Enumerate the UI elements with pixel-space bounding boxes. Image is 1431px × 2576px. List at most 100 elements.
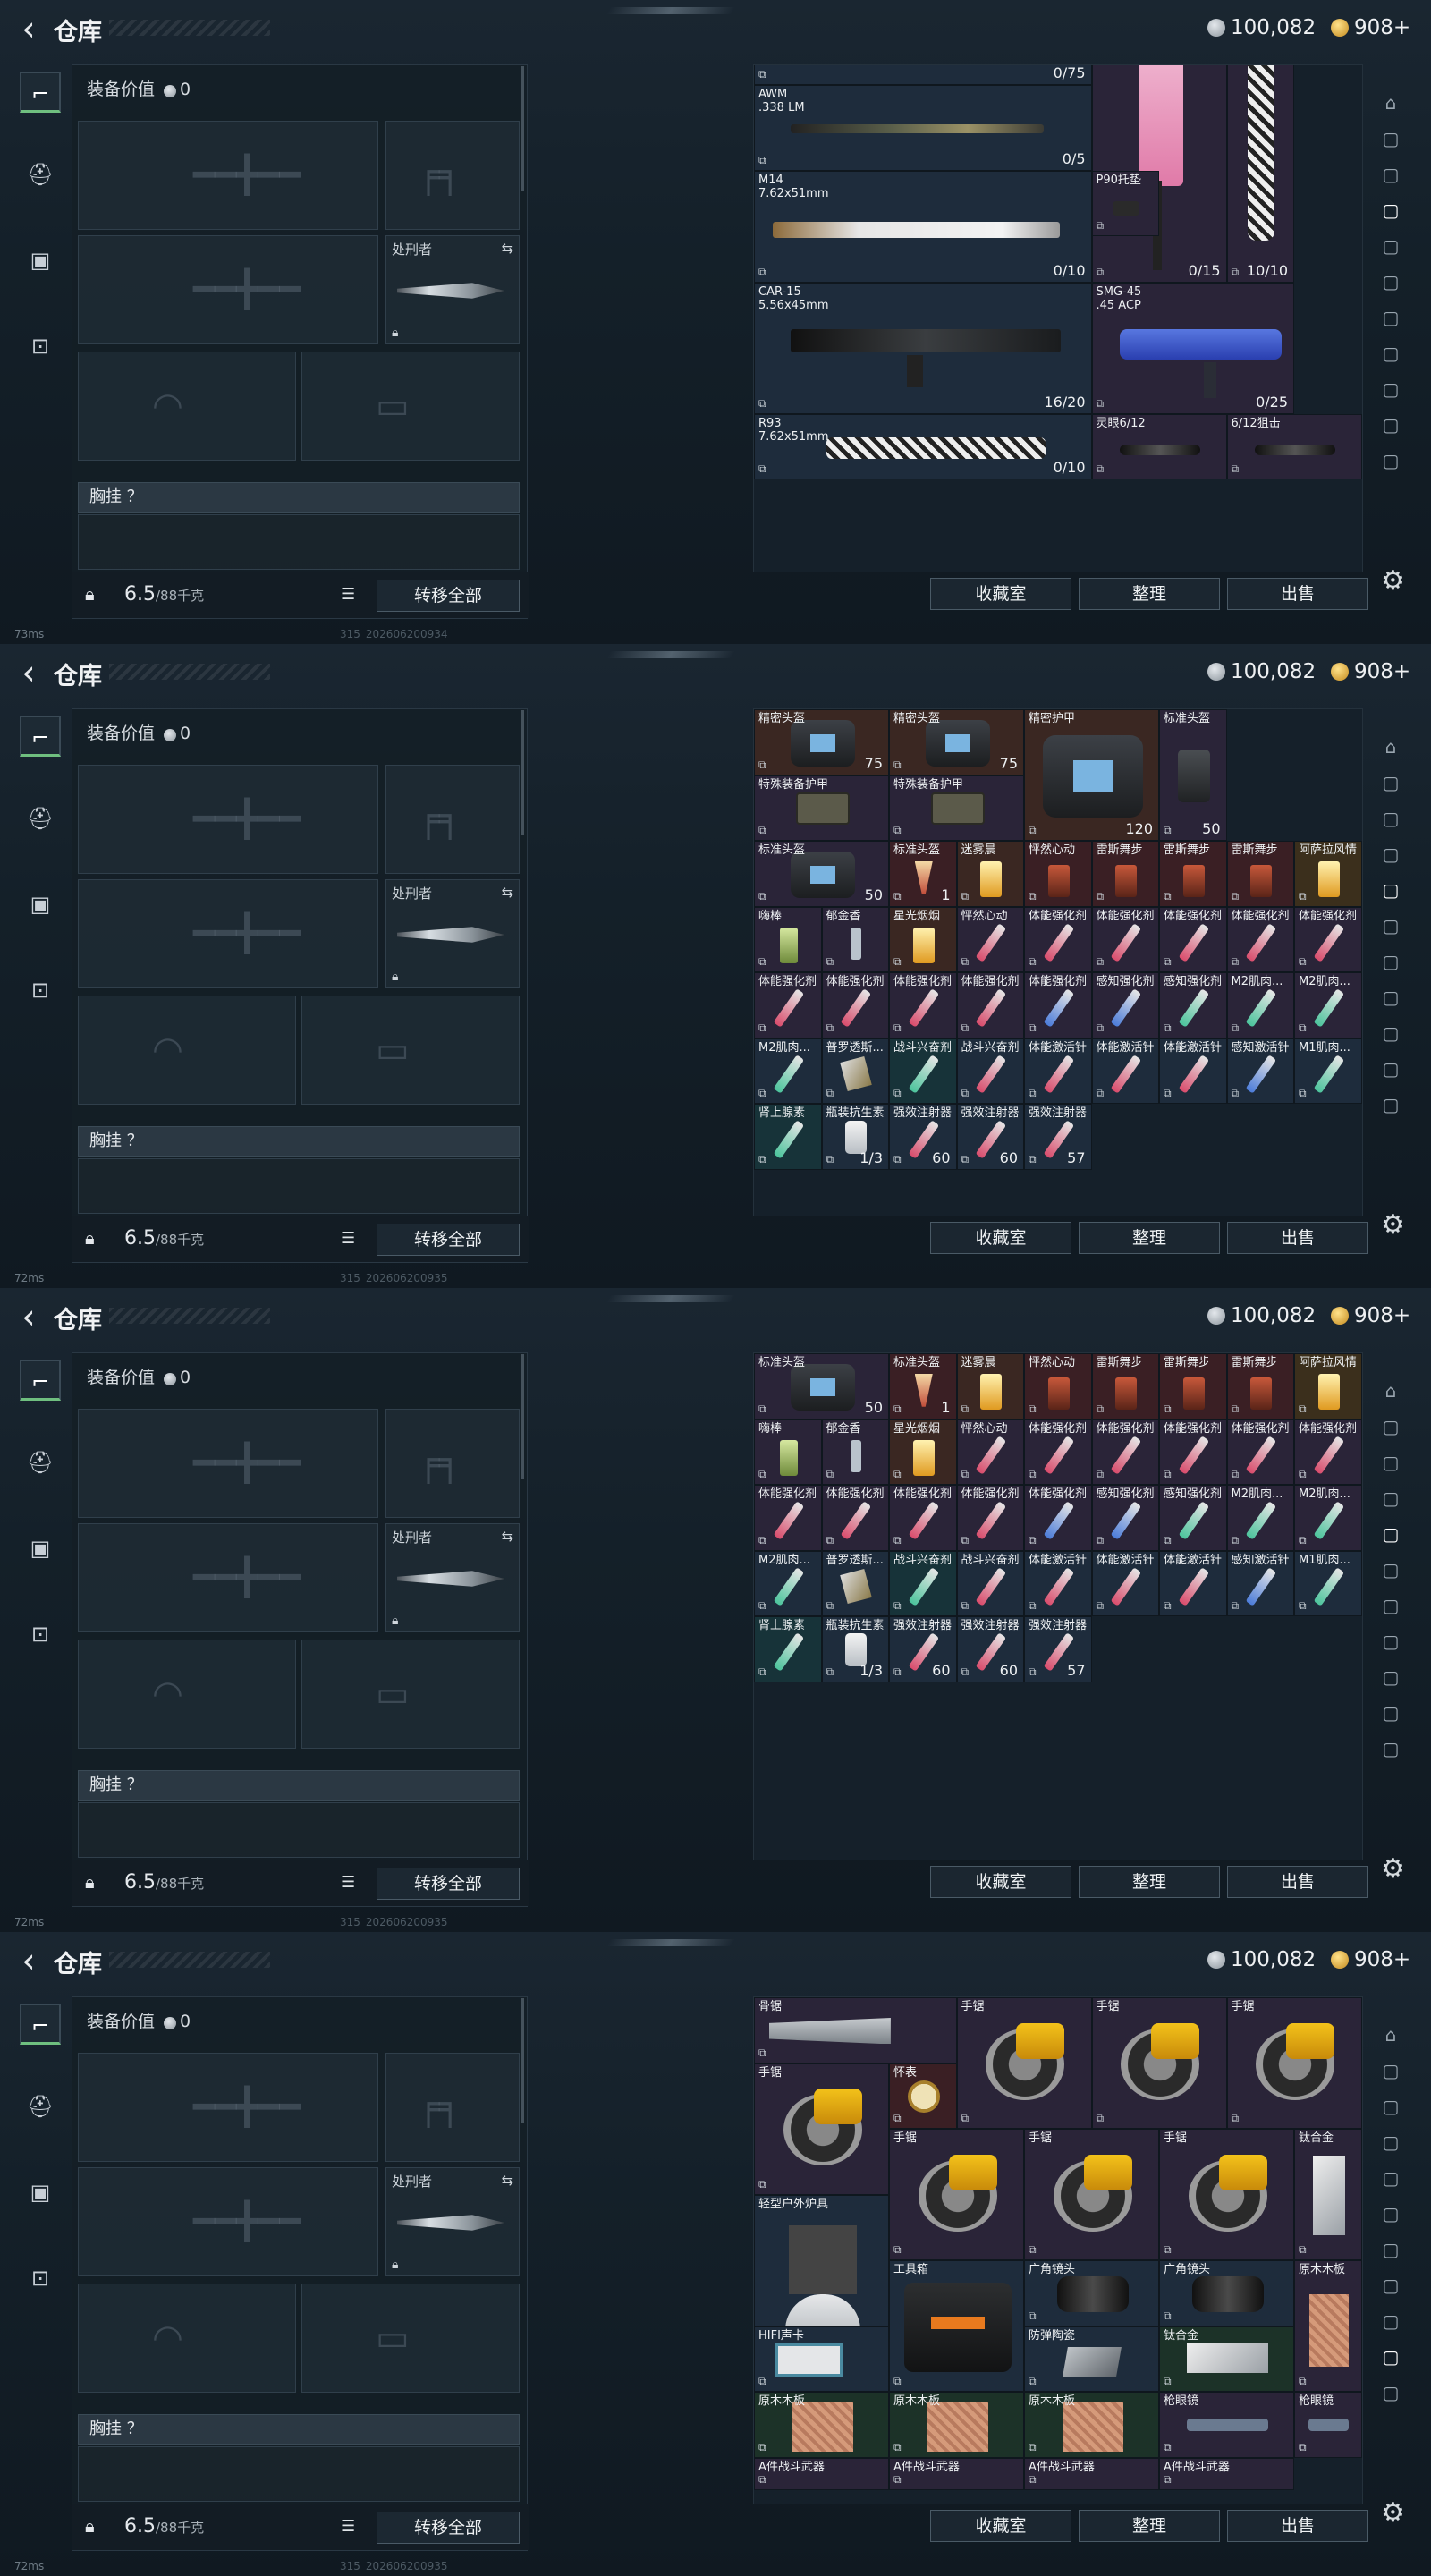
stash-item[interactable]: 体能强化剂 ⧉ xyxy=(1294,906,1362,972)
stash-item[interactable]: 体能强化剂 ⧉ xyxy=(1024,1419,1092,1485)
stash-item[interactable]: 标准头盔 1 ⧉ xyxy=(889,841,957,907)
stash-item[interactable]: 郁金香 ⧉ xyxy=(821,1419,889,1485)
back-arrow-icon[interactable]: ‹ xyxy=(11,11,47,47)
stash-item[interactable]: 肾上腺素 ⧉ xyxy=(754,1104,822,1170)
stash-item[interactable]: 怦然心动 ⧉ xyxy=(1024,1353,1092,1419)
transfer-all-button[interactable]: 转移全部 xyxy=(377,1224,520,1256)
list-icon[interactable]: ☰ xyxy=(341,1873,355,1892)
stash-item[interactable]: 体能强化剂 ⧉ xyxy=(1226,906,1294,972)
helmet-tab-icon[interactable]: ⛑ xyxy=(20,1442,61,1483)
melee-slot[interactable]: 处刑者 ⇆ 🔒︎ xyxy=(385,235,520,344)
pistol-slot[interactable]: ╒╕ xyxy=(385,121,520,230)
stash-item[interactable]: 防弹陶瓷 ⧉ xyxy=(1024,2326,1159,2392)
armor-slot[interactable]: ▭ xyxy=(301,1640,520,1749)
chest-rig-slot[interactable]: 胸挂 ？ xyxy=(78,482,520,513)
settings-gear-icon[interactable]: ⚙ xyxy=(1381,1209,1405,1241)
back-arrow-icon[interactable]: ‹ xyxy=(11,655,47,691)
sell-button[interactable]: 出售 xyxy=(1227,2510,1368,2542)
stash-page-tab-icon[interactable]: ▢ xyxy=(1374,444,1408,478)
backpack-tab-icon[interactable]: ▣ xyxy=(20,1528,61,1569)
stash-item[interactable]: 广角镜头 ⧉ xyxy=(1024,2260,1159,2326)
stash-item[interactable]: 感知强化剂 ⧉ xyxy=(1159,972,1227,1038)
stash-item[interactable]: 怦然心动 ⧉ xyxy=(956,1419,1024,1485)
helmet-tab-icon[interactable]: ⛑ xyxy=(20,798,61,839)
briefcase-tab-icon[interactable]: ⊡ xyxy=(20,2258,61,2299)
stash-item[interactable]: 体能强化剂 ⧉ xyxy=(956,1485,1024,1551)
stash-item[interactable]: 星光烟烟 ⧉ xyxy=(889,906,957,972)
stash-item[interactable]: M1肌肉... ⧉ xyxy=(1294,1038,1362,1104)
stash-item[interactable]: 体能激活针 ⧉ xyxy=(1159,1550,1227,1616)
stash-page-tab-icon[interactable]: ▢ xyxy=(1374,1088,1408,1122)
stash-item[interactable]: 手锯 ⧉ xyxy=(1226,1997,1362,2129)
stash-item[interactable]: 精密头盔 75 ⧉ xyxy=(889,709,1024,775)
stash-page-tab-icon[interactable]: ▢ xyxy=(1374,1660,1408,1694)
transfer-all-button[interactable]: 转移全部 xyxy=(377,1868,520,1900)
settings-gear-icon[interactable]: ⚙ xyxy=(1381,1853,1405,1885)
stash-item[interactable]: 感知激活针 ⧉ xyxy=(1226,1038,1294,1104)
gold-currency[interactable]: 908+ xyxy=(1331,658,1410,685)
stash-item[interactable]: 雷斯舞步 ⧉ xyxy=(1091,841,1159,907)
secondary-weapon-slot[interactable]: ━━╋━━ xyxy=(78,235,378,344)
stash-item[interactable]: 手锯 ⧉ xyxy=(889,2129,1024,2260)
gold-currency[interactable]: 908+ xyxy=(1331,14,1410,41)
swap-icon[interactable]: ⇆ xyxy=(502,884,513,901)
backpack-tab-icon[interactable]: ▣ xyxy=(20,884,61,925)
stash-item[interactable]: 标准头盔 50 ⧉ xyxy=(754,1353,889,1419)
stash-item[interactable]: 星光烟烟 ⧉ xyxy=(889,1419,957,1485)
stash-item[interactable]: 原木木板 ⧉ xyxy=(889,2392,1024,2458)
stash-item[interactable]: 瓶装抗生素 1/3 ⧉ xyxy=(821,1616,889,1682)
gold-currency[interactable]: 908+ xyxy=(1331,1946,1410,1973)
stash-page-tab-icon[interactable]: ▢ xyxy=(1374,2089,1408,2123)
stash-item[interactable]: 枪眼镜 ⧉ xyxy=(1159,2392,1294,2458)
stash-item[interactable]: 钛合金 ⧉ xyxy=(1294,2129,1362,2260)
stash-item[interactable]: 特殊装备护甲 ⧉ xyxy=(889,775,1024,841)
stash-item[interactable]: 工具箱 ⧉ xyxy=(889,2260,1024,2392)
stash-item[interactable]: 体能强化剂 ⧉ xyxy=(1226,1419,1294,1485)
stash-item[interactable]: 体能强化剂 ⧉ xyxy=(821,1485,889,1551)
stash-item[interactable]: 枪眼镜 ⧉ xyxy=(1294,2392,1362,2458)
stash-item[interactable]: SMG-45 .45 ACP 0/25 ⧉ xyxy=(1091,282,1294,414)
stash-item[interactable]: 雷斯舞步 ⧉ xyxy=(1091,1353,1159,1419)
stash-page-tab-icon[interactable]: ▢ xyxy=(1374,1732,1408,1766)
sort-button[interactable]: 整理 xyxy=(1079,1866,1220,1898)
stash-item[interactable]: 强效注射器 60 ⧉ xyxy=(956,1616,1024,1682)
secondary-weapon-slot[interactable]: ━━╋━━ xyxy=(78,879,378,988)
stash-item[interactable]: 手锯 ⧉ xyxy=(1024,2129,1159,2260)
stash-item[interactable]: 嗨棒 ⧉ xyxy=(754,906,822,972)
stash-item[interactable]: P90托垫 ⧉ xyxy=(1091,170,1159,237)
stash-item[interactable]: 体能强化剂 ⧉ xyxy=(821,972,889,1038)
gold-currency[interactable]: 908+ xyxy=(1331,1302,1410,1329)
stash-item[interactable]: 战斗兴奋剂 ⧉ xyxy=(889,1550,957,1616)
stash-item[interactable]: M2肌肉... ⧉ xyxy=(754,1550,822,1616)
stash-item[interactable]: 阿萨拉风情 ⧉ xyxy=(1294,1353,1362,1419)
stash-item[interactable]: 0/75 ⧉ xyxy=(754,65,1092,86)
swap-icon[interactable]: ⇆ xyxy=(502,2172,513,2189)
stash-item[interactable]: 感知激活针 ⧉ xyxy=(1226,1550,1294,1616)
stash-item[interactable]: 体能激活针 ⧉ xyxy=(1024,1550,1092,1616)
loadout-scrollbar[interactable] xyxy=(521,1998,524,2123)
stash-item[interactable]: M14 7.62x51mm 0/10 ⧉ xyxy=(754,170,1092,283)
stash-item[interactable]: 雷斯舞步 ⧉ xyxy=(1226,1353,1294,1419)
stash-item[interactable]: 体能强化剂 ⧉ xyxy=(889,1485,957,1551)
stash-item[interactable]: 雷斯舞步 ⧉ xyxy=(1159,1353,1227,1419)
stash-page-tab-icon[interactable]: ▢ xyxy=(1374,2197,1408,2231)
stash-item[interactable]: 嗨棒 ⧉ xyxy=(754,1419,822,1485)
stash-item[interactable]: 体能强化剂 ⧉ xyxy=(1024,972,1092,1038)
stash-item[interactable]: M2肌肉... ⧉ xyxy=(754,1038,822,1104)
sell-button[interactable]: 出售 xyxy=(1227,1866,1368,1898)
sell-button[interactable]: 出售 xyxy=(1227,1222,1368,1254)
stash-item[interactable]: 体能强化剂 ⧉ xyxy=(754,972,822,1038)
gun-tab-icon[interactable]: ⌐ xyxy=(20,72,61,113)
stash-item[interactable]: 体能强化剂 ⧉ xyxy=(1159,1419,1227,1485)
briefcase-tab-icon[interactable]: ⊡ xyxy=(20,326,61,367)
stash-item[interactable]: 体能强化剂 ⧉ xyxy=(1091,906,1159,972)
armor-slot[interactable]: ▭ xyxy=(301,352,520,461)
stash-item[interactable]: 强效注射器 57 ⧉ xyxy=(1024,1616,1092,1682)
gun-tab-icon[interactable]: ⌐ xyxy=(20,1360,61,1401)
loadout-scrollbar[interactable] xyxy=(521,1354,524,1479)
armor-slot[interactable]: ▭ xyxy=(301,2284,520,2393)
swap-icon[interactable]: ⇆ xyxy=(502,1528,513,1545)
stash-item[interactable]: A件战斗武器 ⧉ xyxy=(1159,2457,1294,2491)
stash-item[interactable]: 标准头盔 50 ⧉ xyxy=(754,841,889,907)
stash-item[interactable]: 原木木板 ⧉ xyxy=(1294,2260,1362,2392)
